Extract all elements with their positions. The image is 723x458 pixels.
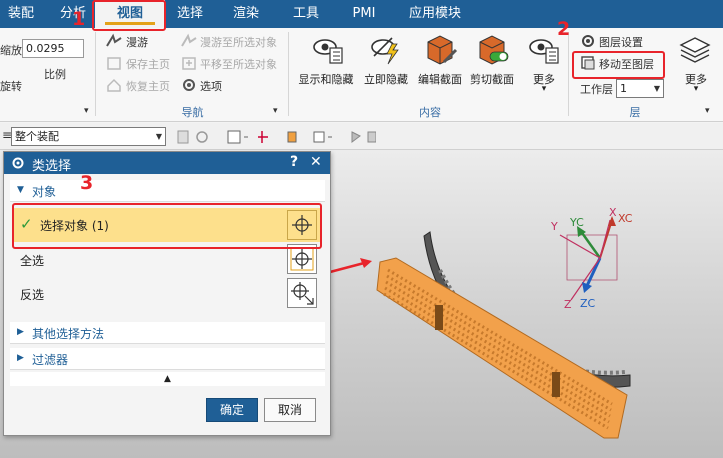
pan-to-selected-icon — [182, 57, 196, 70]
restore-home-icon — [107, 78, 121, 92]
section-other-methods-header[interactable]: ▶ 其他选择方法 — [10, 322, 325, 344]
annotation-number-3: 3 — [80, 172, 94, 194]
section-object-header[interactable]: ▼ 对象 — [10, 180, 325, 202]
annotation-box-view-tab — [92, 0, 166, 31]
scale-label-partial: 缩放 — [0, 44, 22, 57]
triad-z-label: Z — [564, 298, 572, 311]
section-filter-label: 过滤器 — [32, 353, 69, 367]
invert-selection-label: 反选 — [20, 288, 45, 302]
panel-holes — [383, 268, 613, 430]
layers-stack-icon — [679, 37, 711, 63]
edit-section-button[interactable]: 编辑截面 — [414, 28, 466, 100]
edit-section-icon — [427, 35, 458, 65]
tab-select[interactable]: 选择 — [168, 0, 212, 28]
clip-section-button[interactable]: 剪切截面 — [466, 28, 518, 100]
expand-triangle-icon: ▶ — [17, 353, 24, 363]
clip-section-label: 剪切截面 — [470, 73, 514, 86]
scale-caption: 比例 — [44, 68, 66, 81]
chevron-down-icon: ▼ — [653, 84, 660, 93]
triad-yc-label: YC — [570, 216, 584, 229]
invert-selection-button[interactable] — [287, 278, 317, 308]
tab-tools[interactable]: 工具 — [284, 0, 328, 28]
selection-toolbar: ≡ 整个装配 ▼ — [0, 123, 723, 150]
expand-triangle-icon: ▶ — [17, 327, 24, 337]
rotate-label-partial: 旋转 — [0, 80, 22, 93]
layer-group-expand-icon[interactable]: ▾ — [705, 106, 710, 116]
clip-section-icon — [479, 35, 509, 65]
chevron-down-icon: ▼ — [155, 132, 162, 141]
roam-icon — [106, 33, 122, 47]
annotation-box-select-object — [12, 203, 322, 249]
annotation-box-move-to-layer — [572, 51, 665, 79]
group-navigation-title: 导航 — [181, 106, 204, 119]
select-all-crosshair-icon — [290, 247, 314, 271]
roam-button[interactable]: 漫游 — [126, 34, 148, 50]
tab-application[interactable]: 应用模块 — [400, 0, 470, 28]
panel-slot — [552, 372, 560, 397]
work-layer-label: 工作层 — [580, 83, 613, 96]
select-all-label: 全选 — [20, 254, 45, 268]
panel-slot — [435, 305, 443, 330]
nav-group-expand-icon[interactable]: ▾ — [273, 106, 278, 116]
group-expand-arrow-icon[interactable]: ▾ — [84, 106, 89, 116]
group-layer-title: 层 — [629, 106, 641, 119]
roam-to-selected-button[interactable]: 漫游至所选对象 — [200, 34, 277, 50]
triad-y-label: Y — [551, 220, 558, 233]
roam-to-selected-icon — [181, 33, 197, 47]
pan-to-selected-button[interactable]: 平移至所选对象 — [200, 56, 277, 72]
tab-render[interactable]: 渲染 — [224, 0, 268, 28]
triad-xc-label: XC — [618, 212, 633, 225]
collapse-triangle-icon: ▼ — [17, 185, 24, 195]
invert-selection-icon — [291, 282, 314, 305]
ok-button[interactable]: 确定 — [206, 398, 258, 422]
chevron-down-icon: ▾ — [541, 84, 547, 94]
collapse-dialog-arrow-icon[interactable]: ▲ — [10, 372, 325, 386]
options-gear-icon — [183, 79, 195, 91]
close-button[interactable]: ✕ — [310, 154, 322, 170]
group-content-title: 内容 — [419, 106, 441, 119]
show-hide-button[interactable]: 显示和隐藏 — [296, 28, 356, 100]
scale-input[interactable]: 0.0295 — [22, 39, 84, 58]
layer-settings-button[interactable]: 图层设置 — [599, 34, 643, 50]
triad-zc-label: ZC — [580, 297, 596, 310]
annotation-number-2: 2 — [557, 18, 571, 40]
ribbon-separator — [95, 32, 96, 116]
layer-more-button[interactable]: 更多 ▾ — [672, 28, 720, 100]
selection-scope-value: 整个装配 — [15, 130, 59, 143]
help-button[interactable]: ? — [290, 154, 298, 170]
triad-x-label: X — [609, 206, 617, 219]
save-home-button[interactable]: 保存主页 — [126, 56, 170, 72]
eye-list-icon — [529, 39, 559, 64]
dialog-title-bar[interactable]: 类选择 ? ✕ — [4, 152, 330, 174]
options-button[interactable]: 选项 — [200, 78, 222, 94]
gear-icon — [12, 157, 24, 169]
work-layer-value: 1 — [620, 82, 627, 95]
restore-home-button[interactable]: 恢复主页 — [126, 78, 170, 94]
instant-hide-label: 立即隐藏 — [364, 73, 408, 86]
tab-pmi[interactable]: PMI — [344, 0, 384, 28]
class-selection-dialog: 类选择 ? ✕ ▼ 对象 ✓ 选择对象 (1) 全选 反选 ▶ 其他选择方法 ▶… — [3, 151, 331, 436]
coordinate-triad — [559, 216, 618, 301]
dialog-title: 类选择 — [32, 159, 72, 174]
show-hide-label: 显示和隐藏 — [298, 73, 354, 86]
selection-tool-icons[interactable] — [176, 128, 376, 146]
ribbon-separator — [288, 32, 289, 116]
section-other-methods-label: 其他选择方法 — [32, 327, 105, 341]
tab-assembly[interactable]: 装配 — [0, 0, 42, 28]
layer-settings-icon — [582, 35, 594, 47]
cancel-button[interactable]: 取消 — [264, 398, 316, 422]
annotation-number-1: 1 — [72, 8, 86, 30]
save-home-icon — [107, 57, 121, 70]
edit-section-label: 编辑截面 — [418, 73, 462, 86]
chevron-down-icon: ▾ — [693, 84, 699, 94]
ribbon-separator — [568, 32, 569, 116]
eye-icon — [313, 39, 343, 64]
instant-hide-button[interactable]: 立即隐藏 — [360, 28, 412, 100]
section-object-label: 对象 — [32, 185, 57, 199]
work-layer-select[interactable]: 1 ▼ — [616, 79, 664, 98]
section-filter-header[interactable]: ▶ 过滤器 — [10, 348, 325, 370]
selection-scope-select[interactable]: 整个装配 ▼ — [11, 127, 166, 146]
eye-lightning-icon — [371, 37, 399, 65]
